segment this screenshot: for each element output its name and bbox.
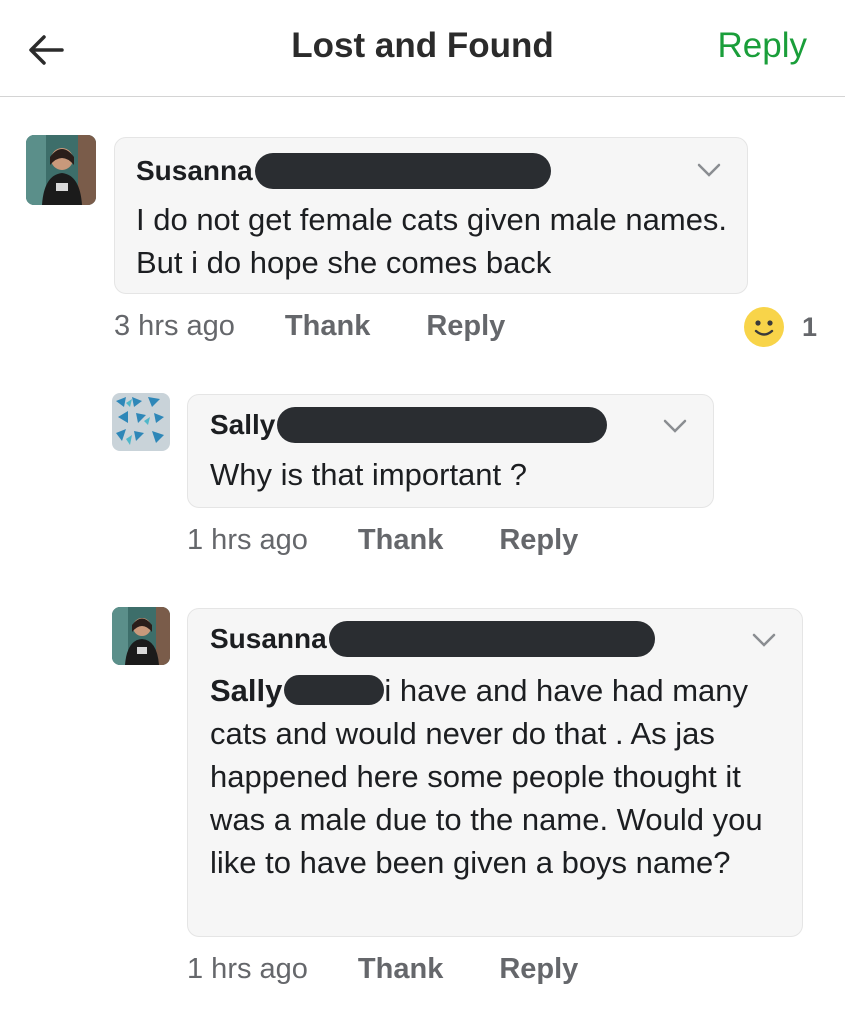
comment-author[interactable]: Susanna — [210, 623, 327, 655]
comment-bubble: Sally Why is that important ? — [187, 394, 714, 508]
thank-button[interactable]: Thank — [358, 953, 443, 986]
chevron-down-icon[interactable] — [750, 631, 778, 649]
comment-bubble: Susanna Sally i have and have had many ca… — [187, 608, 803, 937]
chevron-down-icon[interactable] — [695, 161, 723, 179]
header-reply-button[interactable]: Reply — [718, 26, 807, 66]
mention-link[interactable]: Sally — [210, 673, 282, 708]
comment-timestamp: 1 hrs ago — [187, 524, 308, 556]
top-bar: Lost and Found Reply — [0, 0, 845, 97]
reaction-summary[interactable]: 1 — [743, 307, 817, 347]
reaction-count: 1 — [801, 311, 817, 342]
smiley-face-icon — [743, 307, 784, 347]
comment-text: Sally i have and have had many cats and w… — [210, 669, 785, 884]
comment-text: I do not get female cats given male name… — [136, 202, 728, 280]
thank-button[interactable]: Thank — [358, 524, 443, 557]
avatar[interactable] — [112, 393, 170, 451]
redacted-surname — [328, 621, 655, 657]
comment-timestamp: 3 hrs ago — [114, 310, 235, 342]
reply-button[interactable]: Reply — [426, 310, 505, 343]
comment-timestamp: 1 hrs ago — [187, 953, 308, 985]
reply-button[interactable]: Reply — [499, 524, 578, 557]
redacted-surname — [284, 675, 385, 705]
comment-bubble: Susanna I do not get female cats given m… — [114, 137, 748, 294]
comment-text: Why is that important ? — [210, 457, 528, 492]
avatar[interactable] — [112, 607, 170, 665]
reply-button[interactable]: Reply — [499, 953, 578, 986]
avatar[interactable] — [26, 135, 96, 205]
redacted-surname — [277, 407, 608, 443]
comment-author[interactable]: Sally — [210, 409, 275, 441]
redacted-surname — [254, 153, 551, 189]
chevron-down-icon[interactable] — [661, 417, 689, 435]
thank-button[interactable]: Thank — [285, 310, 370, 343]
comment-author[interactable]: Susanna — [136, 155, 253, 187]
